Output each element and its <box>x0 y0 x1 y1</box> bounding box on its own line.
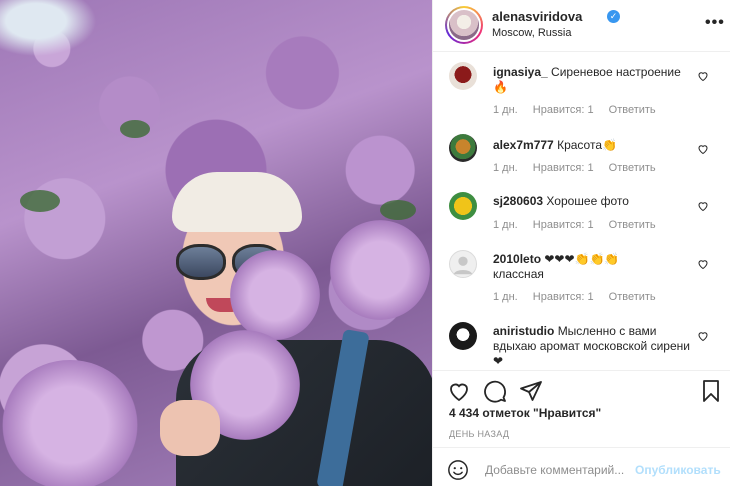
commenter-avatar[interactable] <box>449 192 477 220</box>
comment-time[interactable]: 1 дн. <box>493 162 518 174</box>
comment-likes[interactable]: Нравится: 1 <box>533 291 594 303</box>
heart-icon[interactable] <box>697 143 709 155</box>
comment-likes[interactable]: Нравится: 1 <box>533 104 594 116</box>
leaf-shape <box>20 190 60 212</box>
comment-time[interactable]: 1 дн. <box>493 104 518 116</box>
heart-icon[interactable] <box>697 70 709 82</box>
lilac-bloom-shape <box>0 360 140 486</box>
emoji-icon[interactable] <box>447 459 469 481</box>
comment-icon[interactable] <box>483 379 507 403</box>
hair-shape <box>172 172 302 232</box>
more-options-icon[interactable]: ••• <box>705 14 725 32</box>
commenter-avatar[interactable] <box>449 250 477 278</box>
leaf-shape <box>380 200 416 220</box>
comment-time[interactable]: 1 дн. <box>493 219 518 231</box>
reply-button[interactable]: Ответить <box>609 291 656 303</box>
comment-username[interactable]: alex7m777 <box>493 138 554 152</box>
add-comment-input[interactable]: Добавьте комментарий... <box>485 463 624 477</box>
heart-icon[interactable] <box>697 330 709 342</box>
post-side-panel: alenasviridova ✓ Moscow, Russia ••• igna… <box>432 0 730 486</box>
verified-badge-icon: ✓ <box>607 10 620 23</box>
reply-button[interactable]: Ответить <box>609 162 656 174</box>
publish-button[interactable]: Опубликовать <box>635 463 721 477</box>
post-photo[interactable] <box>0 0 432 486</box>
reply-button[interactable]: Ответить <box>609 219 656 231</box>
commenter-avatar[interactable] <box>449 134 477 162</box>
heart-icon[interactable] <box>697 258 709 270</box>
comment-time[interactable]: 1 дн. <box>493 291 518 303</box>
default-user-icon <box>453 256 473 275</box>
lilac-bloom-shape <box>330 220 430 320</box>
comment-username[interactable]: sj280603 <box>493 194 543 208</box>
comment-username[interactable]: 2010leto <box>493 252 541 266</box>
leaf-shape <box>120 120 150 138</box>
comment-text: Хорошее фото <box>546 194 629 208</box>
lilac-bloom-shape <box>230 250 320 340</box>
post-location[interactable]: Moscow, Russia <box>492 27 571 39</box>
comment-likes[interactable]: Нравится: 1 <box>533 219 594 231</box>
sky-patch <box>0 0 120 70</box>
post-actions-bar <box>433 370 730 410</box>
commenter-avatar[interactable] <box>449 62 477 90</box>
bookmark-icon[interactable] <box>699 379 723 403</box>
comment-username[interactable]: aniristudio <box>493 324 554 338</box>
add-comment-bar: Добавьте комментарий... Опубликовать <box>433 447 730 486</box>
comment-likes[interactable]: Нравится: 1 <box>533 162 594 174</box>
post-header: alenasviridova ✓ Moscow, Russia ••• <box>433 0 730 52</box>
heart-icon[interactable] <box>697 200 709 212</box>
author-avatar[interactable] <box>445 6 483 44</box>
comment-text: Красота👏 <box>557 138 617 152</box>
likes-count[interactable]: 4 434 отметок "Нравится" <box>449 406 601 420</box>
comment-username[interactable]: ignasiya_ <box>493 65 548 79</box>
commenter-avatar[interactable] <box>449 322 477 350</box>
paper-plane-icon[interactable] <box>519 379 543 403</box>
reply-button[interactable]: Ответить <box>609 104 656 116</box>
hand-shape <box>160 400 220 456</box>
author-username[interactable]: alenasviridova <box>492 9 582 24</box>
heart-icon[interactable] <box>447 379 471 403</box>
comments-list[interactable]: ignasiya_ Сиреневое настроение 🔥 1 дн. Н… <box>433 52 730 370</box>
post-date[interactable]: ДЕНЬ НАЗАД <box>449 429 509 439</box>
